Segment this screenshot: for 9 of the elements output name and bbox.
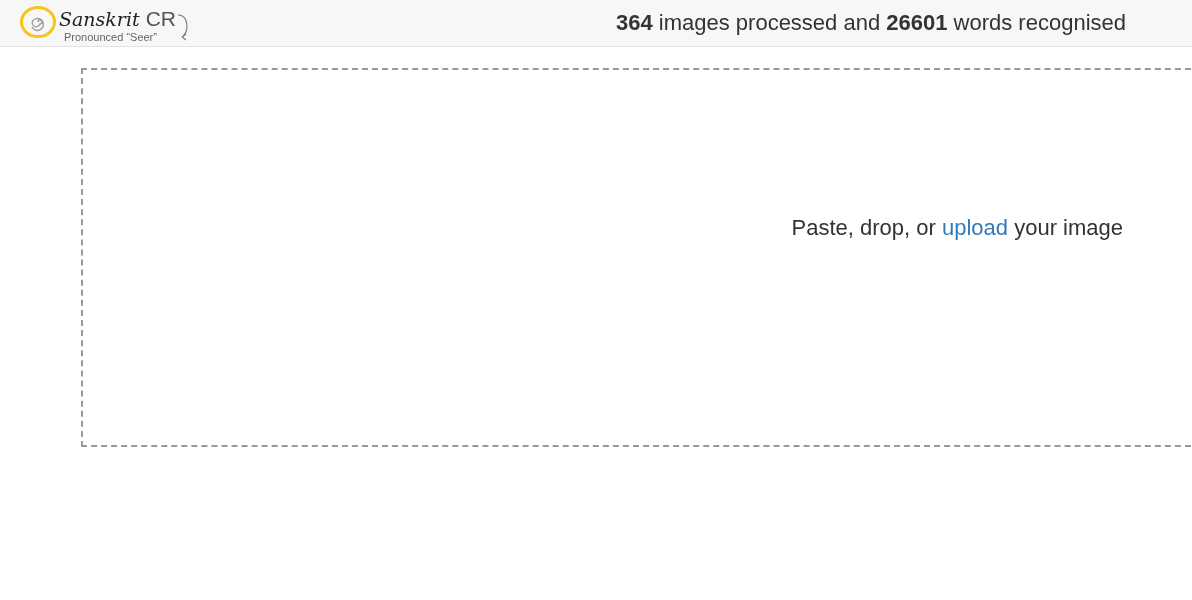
upload-link[interactable]: upload [941, 215, 1009, 240]
drop-zone[interactable]: Paste, drop, or upload your image [81, 68, 1192, 447]
logo-suffix: CR [145, 6, 176, 31]
spiral-logo-icon [19, 4, 57, 39]
stats-text: 364 images processed and 26601 words recognised [615, 10, 1126, 36]
curved-arrow-icon [176, 12, 190, 43]
logo-wordmark: Sanskrit [59, 6, 140, 31]
drop-prompt: Paste, drop, or upload your image [791, 215, 1123, 242]
logo-tagline: Pronounced “Seer” [64, 30, 158, 44]
